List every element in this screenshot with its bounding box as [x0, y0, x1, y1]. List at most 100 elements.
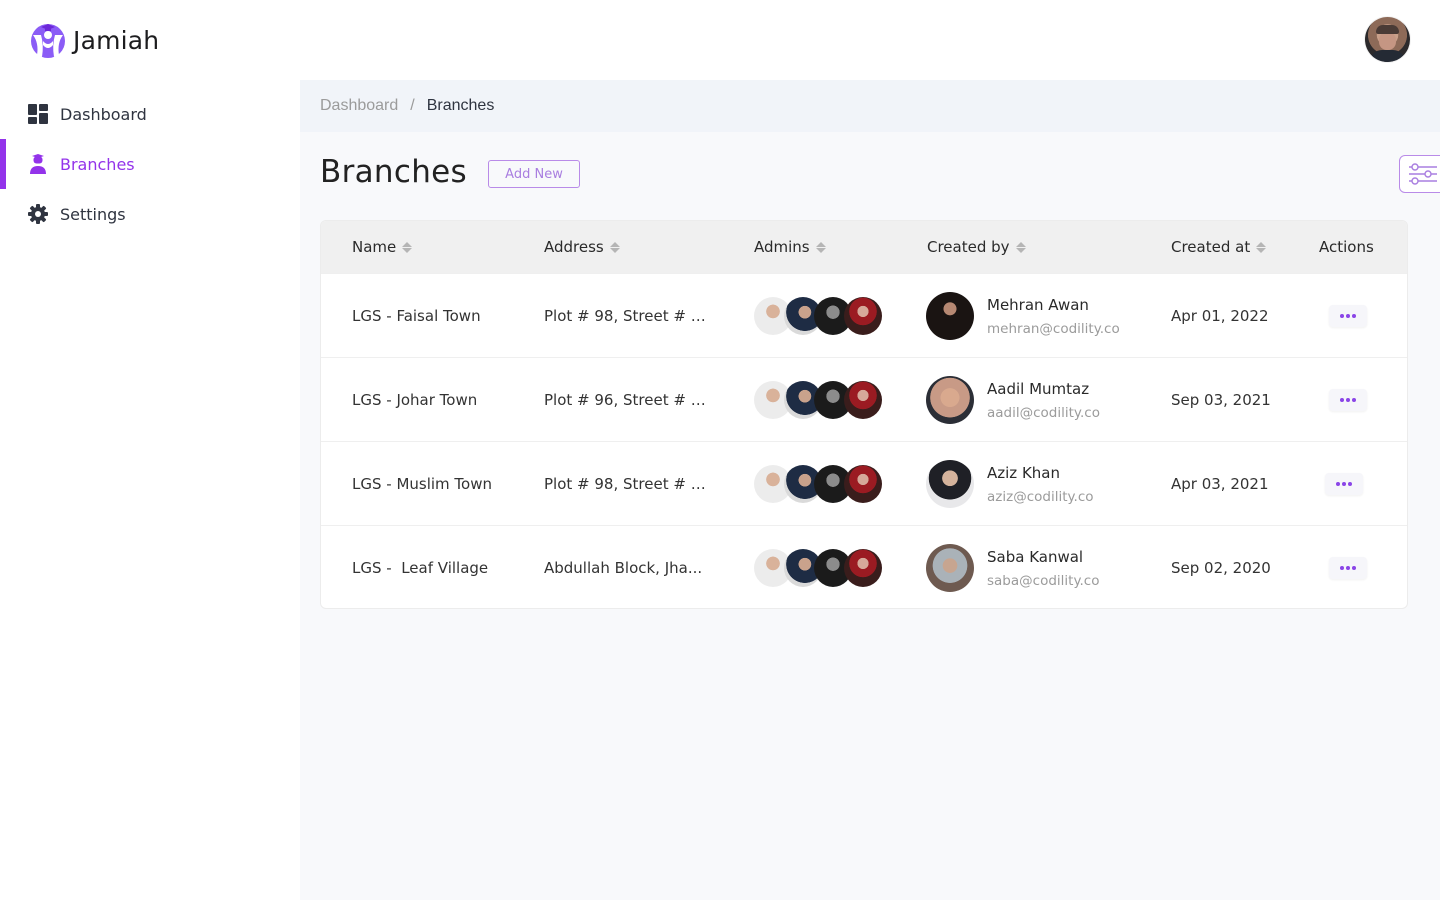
column-header-created-by[interactable]: Created by: [927, 221, 1026, 273]
sort-icon: [1015, 241, 1026, 253]
main-content: Dashboard / Branches Branches Add New Na…: [300, 80, 1440, 900]
more-dots-icon: [1336, 482, 1340, 486]
user-avatar[interactable]: [1365, 17, 1410, 62]
created-at: Apr 03, 2021: [1171, 442, 1269, 526]
row-actions: [1325, 442, 1363, 526]
table-row: LGS - Leaf Village Abdullah Block, Jha..…: [321, 525, 1407, 608]
more-dots-icon: [1346, 398, 1350, 402]
admins-avatar-group[interactable]: [754, 274, 882, 358]
admins-avatar-group[interactable]: [754, 442, 882, 526]
created-at: Sep 03, 2021: [1171, 358, 1271, 442]
created-by: Aziz Khan aziz@codility.co: [926, 442, 1094, 526]
created-by: Aadil Mumtaz aadil@codility.co: [926, 358, 1100, 442]
branch-address: Plot # 96, Street # 3...: [544, 358, 719, 442]
branch-name: LGS - Muslim Town: [352, 442, 492, 526]
sort-icon: [609, 241, 620, 253]
branch-address: Plot # 98, Street # 1...: [544, 442, 719, 526]
branch-name-text: LGS - Muslim Town: [352, 475, 492, 493]
row-actions: [1329, 274, 1367, 358]
branch-address: Abdullah Block, Jha...: [544, 526, 719, 608]
created-at-text: Apr 03, 2021: [1171, 475, 1269, 493]
more-dots-icon: [1342, 482, 1346, 486]
more-dots-icon: [1340, 566, 1344, 570]
more-actions-button[interactable]: [1329, 557, 1367, 579]
branch-name: LGS - Leaf Village: [352, 526, 488, 608]
column-label: Admins: [754, 238, 810, 256]
avatar-face-shape: [1379, 32, 1396, 50]
branch-address-text: Abdullah Block, Jha...: [544, 559, 703, 577]
more-dots-icon: [1348, 482, 1352, 486]
more-dots-icon: [1352, 314, 1356, 318]
branch-name: LGS - Faisal Town: [352, 274, 481, 358]
row-actions: [1329, 526, 1367, 608]
column-header-admins[interactable]: Admins: [754, 221, 826, 273]
page-title: Branches: [320, 154, 467, 190]
graduate-user-icon: [28, 154, 48, 174]
admin-avatar[interactable]: [844, 549, 882, 587]
more-dots-icon: [1346, 314, 1350, 318]
created-by: Mehran Awan mehran@codility.co: [926, 274, 1120, 358]
sliders-filter-icon: [1409, 163, 1437, 185]
breadcrumb-separator: /: [410, 97, 415, 114]
branch-address-text: Plot # 98, Street # 1...: [544, 475, 714, 493]
column-header-address[interactable]: Address: [544, 221, 620, 273]
table-row: LGS - Muslim Town Plot # 98, Street # 1.…: [321, 441, 1407, 525]
creator-avatar: [926, 292, 974, 340]
column-label: Created at: [1171, 238, 1251, 256]
sort-icon: [402, 241, 413, 253]
created-by: Saba Kanwal saba@codility.co: [926, 526, 1100, 608]
created-at-text: Sep 03, 2021: [1171, 391, 1271, 409]
filter-button[interactable]: [1399, 155, 1440, 193]
creator-name: Aziz Khan: [987, 463, 1060, 482]
column-label: Address: [544, 238, 604, 256]
avatar-cap-shape: [1376, 25, 1399, 34]
dashboard-grid-icon: [28, 104, 48, 124]
sidebar-item-label: Dashboard: [60, 104, 147, 124]
branch-name: LGS - Johar Town: [352, 358, 477, 442]
breadcrumb-dashboard-link[interactable]: Dashboard: [320, 97, 398, 115]
more-actions-button[interactable]: [1325, 473, 1363, 495]
created-at: Sep 02, 2020: [1171, 526, 1271, 608]
more-actions-button[interactable]: [1329, 305, 1367, 327]
created-at-text: Apr 01, 2022: [1171, 307, 1269, 325]
creator-name: Mehran Awan: [987, 295, 1089, 314]
sidebar-item-branches[interactable]: Branches: [0, 139, 300, 189]
creator-avatar: [926, 460, 974, 508]
admin-avatar[interactable]: [844, 465, 882, 503]
add-new-button[interactable]: Add New: [488, 160, 580, 188]
breadcrumb: Dashboard / Branches: [300, 80, 1440, 132]
column-header-created-at[interactable]: Created at: [1171, 221, 1267, 273]
more-dots-icon: [1346, 566, 1350, 570]
more-actions-button[interactable]: [1329, 389, 1367, 411]
sidebar-item-settings[interactable]: Settings: [0, 189, 300, 239]
creator-email: mehran@codility.co: [987, 320, 1120, 337]
sidebar-item-dashboard[interactable]: Dashboard: [0, 89, 300, 139]
app-logo[interactable]: Jamiah: [29, 21, 159, 59]
top-bar: Jamiah: [0, 0, 1440, 80]
admins-avatar-group[interactable]: [754, 526, 882, 608]
more-dots-icon: [1340, 398, 1344, 402]
creator-email: saba@codility.co: [987, 572, 1100, 589]
more-dots-icon: [1340, 314, 1344, 318]
admins-avatar-group[interactable]: [754, 358, 882, 442]
breadcrumb-current: Branches: [426, 97, 495, 114]
creator-name: Aadil Mumtaz: [987, 379, 1090, 398]
sidebar: Dashboard Branches Settings: [0, 80, 300, 900]
table-row: LGS - Johar Town Plot # 96, Street # 3..…: [321, 357, 1407, 441]
column-header-name[interactable]: Name: [352, 221, 413, 273]
app-name: Jamiah: [73, 25, 160, 55]
sidebar-item-label: Branches: [60, 154, 135, 174]
row-actions: [1329, 358, 1367, 442]
gear-icon: [28, 204, 48, 224]
jamiah-logo-icon: [31, 24, 65, 58]
created-at-text: Sep 02, 2020: [1171, 559, 1271, 577]
branches-table: Name Address Admins Created by Created a…: [320, 220, 1408, 609]
column-header-actions: Actions: [1319, 221, 1374, 273]
avatar-body-shape: [1370, 50, 1405, 62]
sort-icon: [815, 241, 826, 253]
column-label: Created by: [927, 238, 1010, 256]
table-row: LGS - Faisal Town Plot # 98, Street # 7.…: [321, 273, 1407, 357]
admin-avatar[interactable]: [844, 297, 882, 335]
admin-avatar[interactable]: [844, 381, 882, 419]
sidebar-item-label: Settings: [60, 204, 126, 224]
